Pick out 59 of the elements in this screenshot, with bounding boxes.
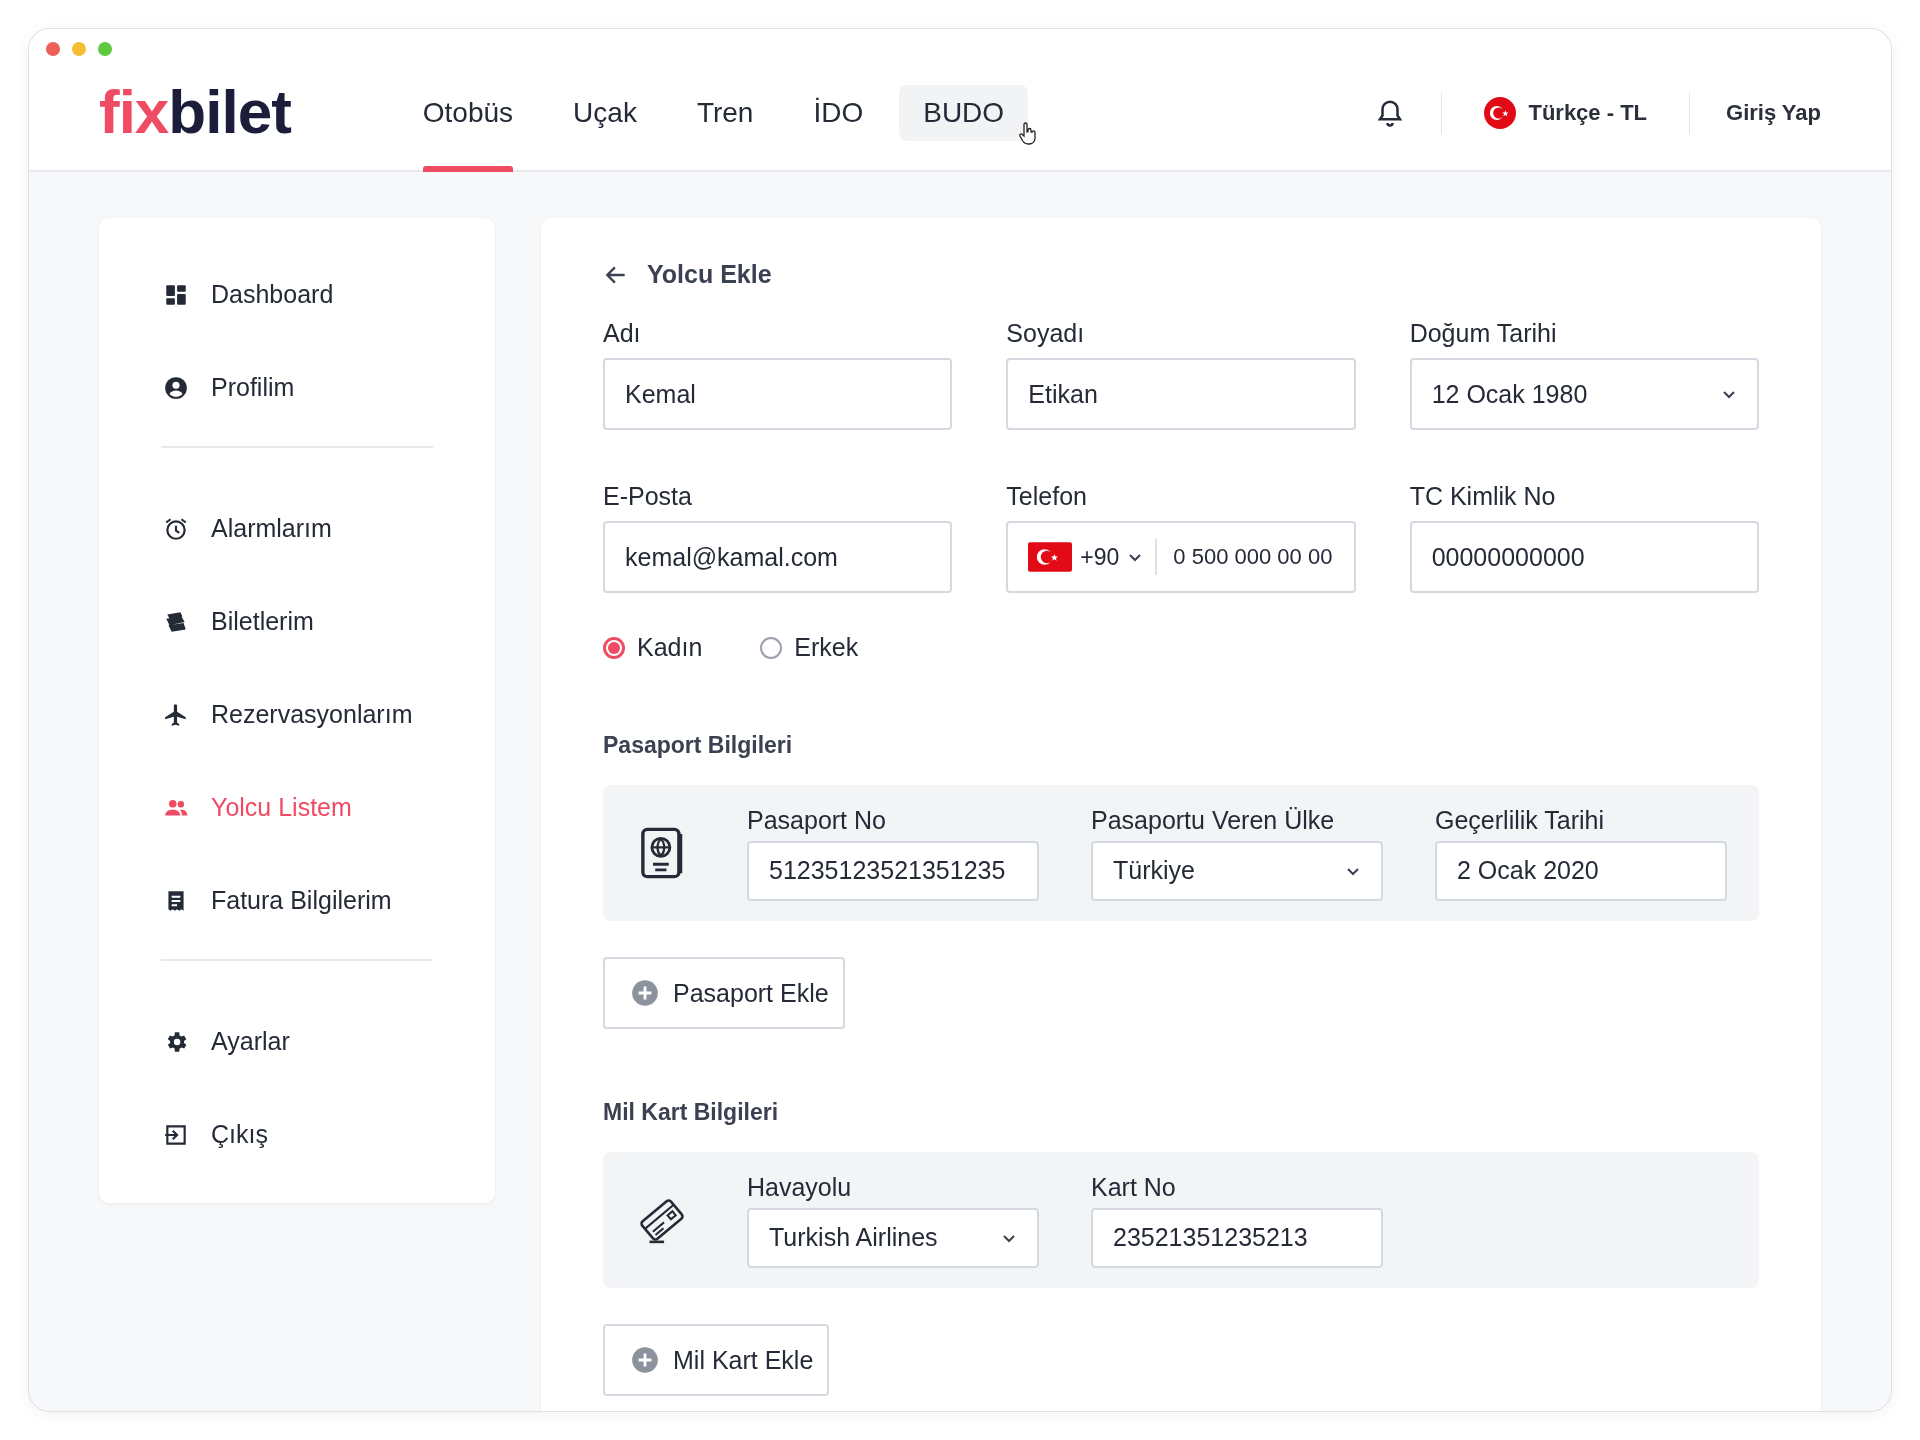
dropdown[interactable]: 12 Ocak 1980 bbox=[1409, 358, 1759, 430]
sidebar-item[interactable]: Profilim bbox=[99, 341, 495, 434]
radio-button[interactable] bbox=[760, 636, 783, 659]
field-label: Geçerlilik Tarihi bbox=[1435, 805, 1606, 835]
flag-icon bbox=[1028, 542, 1073, 572]
minimize-button[interactable] bbox=[72, 42, 86, 56]
sidebar-item[interactable]: Alarmlarım bbox=[99, 482, 495, 575]
airplane-icon bbox=[163, 701, 189, 728]
hand-cursor-icon bbox=[1018, 122, 1039, 146]
user-icon bbox=[163, 374, 189, 401]
nav-tab[interactable]: BUDO bbox=[899, 56, 1029, 170]
radio-label[interactable]: Erkek bbox=[794, 633, 859, 662]
language-selector[interactable]: Türkçe - TL bbox=[1478, 96, 1653, 130]
plus-circle-icon bbox=[631, 1346, 659, 1374]
nav-tab[interactable]: İDO bbox=[789, 56, 888, 170]
dropdown[interactable]: Türkiye bbox=[1091, 840, 1383, 901]
add-button[interactable]: Pasaport Ekle bbox=[603, 957, 845, 1029]
input-field[interactable]: 23521351235213 bbox=[1091, 1207, 1383, 1268]
radio-button[interactable] bbox=[603, 636, 625, 659]
page-title: Yolcu Ekle bbox=[647, 260, 772, 289]
flag-icon bbox=[1484, 97, 1517, 129]
country-code-dropdown[interactable]: +90 bbox=[1028, 539, 1158, 575]
field-label: Soyadı bbox=[1006, 319, 1086, 348]
field-label: Adı bbox=[603, 319, 642, 348]
nav-tab[interactable]: Tren bbox=[672, 56, 778, 170]
phone-field[interactable]: +90 0 500 000 00 00 bbox=[1006, 521, 1356, 593]
close-button[interactable] bbox=[46, 42, 60, 56]
field-label: Havayolu bbox=[747, 1172, 853, 1202]
sidebar-item[interactable]: Fatura Bilgilerim bbox=[99, 854, 495, 947]
sidebar-item[interactable]: Ayarlar bbox=[99, 995, 495, 1088]
dropdown[interactable]: Turkish Airlines bbox=[747, 1207, 1039, 1268]
login-link[interactable]: Giriş Yap bbox=[1726, 100, 1821, 126]
sidebar-item[interactable]: Çıkış bbox=[99, 1088, 495, 1181]
section-title: Pasaport Bilgileri bbox=[603, 732, 794, 759]
input-field[interactable]: 00000000000 bbox=[1409, 521, 1759, 593]
input-field[interactable]: 2 Ocak 2020 bbox=[1435, 840, 1727, 901]
nav-tab[interactable]: Uçak bbox=[549, 56, 661, 170]
field-label: Pasaport No bbox=[747, 805, 887, 835]
sidebar-item[interactable]: Rezervasyonlarım bbox=[99, 668, 495, 761]
input-field[interactable]: 51235123521351235 bbox=[747, 840, 1039, 901]
field-label: Kart No bbox=[1091, 1172, 1177, 1202]
input-field[interactable]: Kemal bbox=[603, 358, 953, 430]
radio-label[interactable]: Kadın bbox=[637, 633, 703, 662]
add-button[interactable]: Mil Kart Ekle bbox=[603, 1324, 830, 1396]
field-label: Pasaportu Veren Ülke bbox=[1091, 805, 1336, 835]
field-label: Telefon bbox=[1006, 482, 1088, 511]
maximize-button[interactable] bbox=[98, 42, 112, 56]
field-label: Doğum Tarihi bbox=[1409, 319, 1558, 348]
field-label: E-Posta bbox=[603, 482, 693, 511]
logo[interactable]: fixbilet bbox=[99, 75, 291, 147]
plus-circle-icon bbox=[631, 979, 659, 1007]
sidebar-item[interactable]: Biletlerim bbox=[99, 575, 495, 668]
input-field[interactable]: kemal@kamal.com bbox=[603, 521, 953, 593]
input-field[interactable]: Etikan bbox=[1006, 358, 1356, 430]
sidebar-item[interactable]: Yolcu Listem bbox=[99, 761, 495, 854]
section-title: Mil Kart Bilgileri bbox=[603, 1099, 780, 1126]
nav-tab[interactable]: Otobüs bbox=[398, 56, 538, 170]
sidebar-item[interactable]: Dashboard bbox=[99, 248, 495, 341]
field-label: TC Kimlik No bbox=[1409, 482, 1557, 511]
